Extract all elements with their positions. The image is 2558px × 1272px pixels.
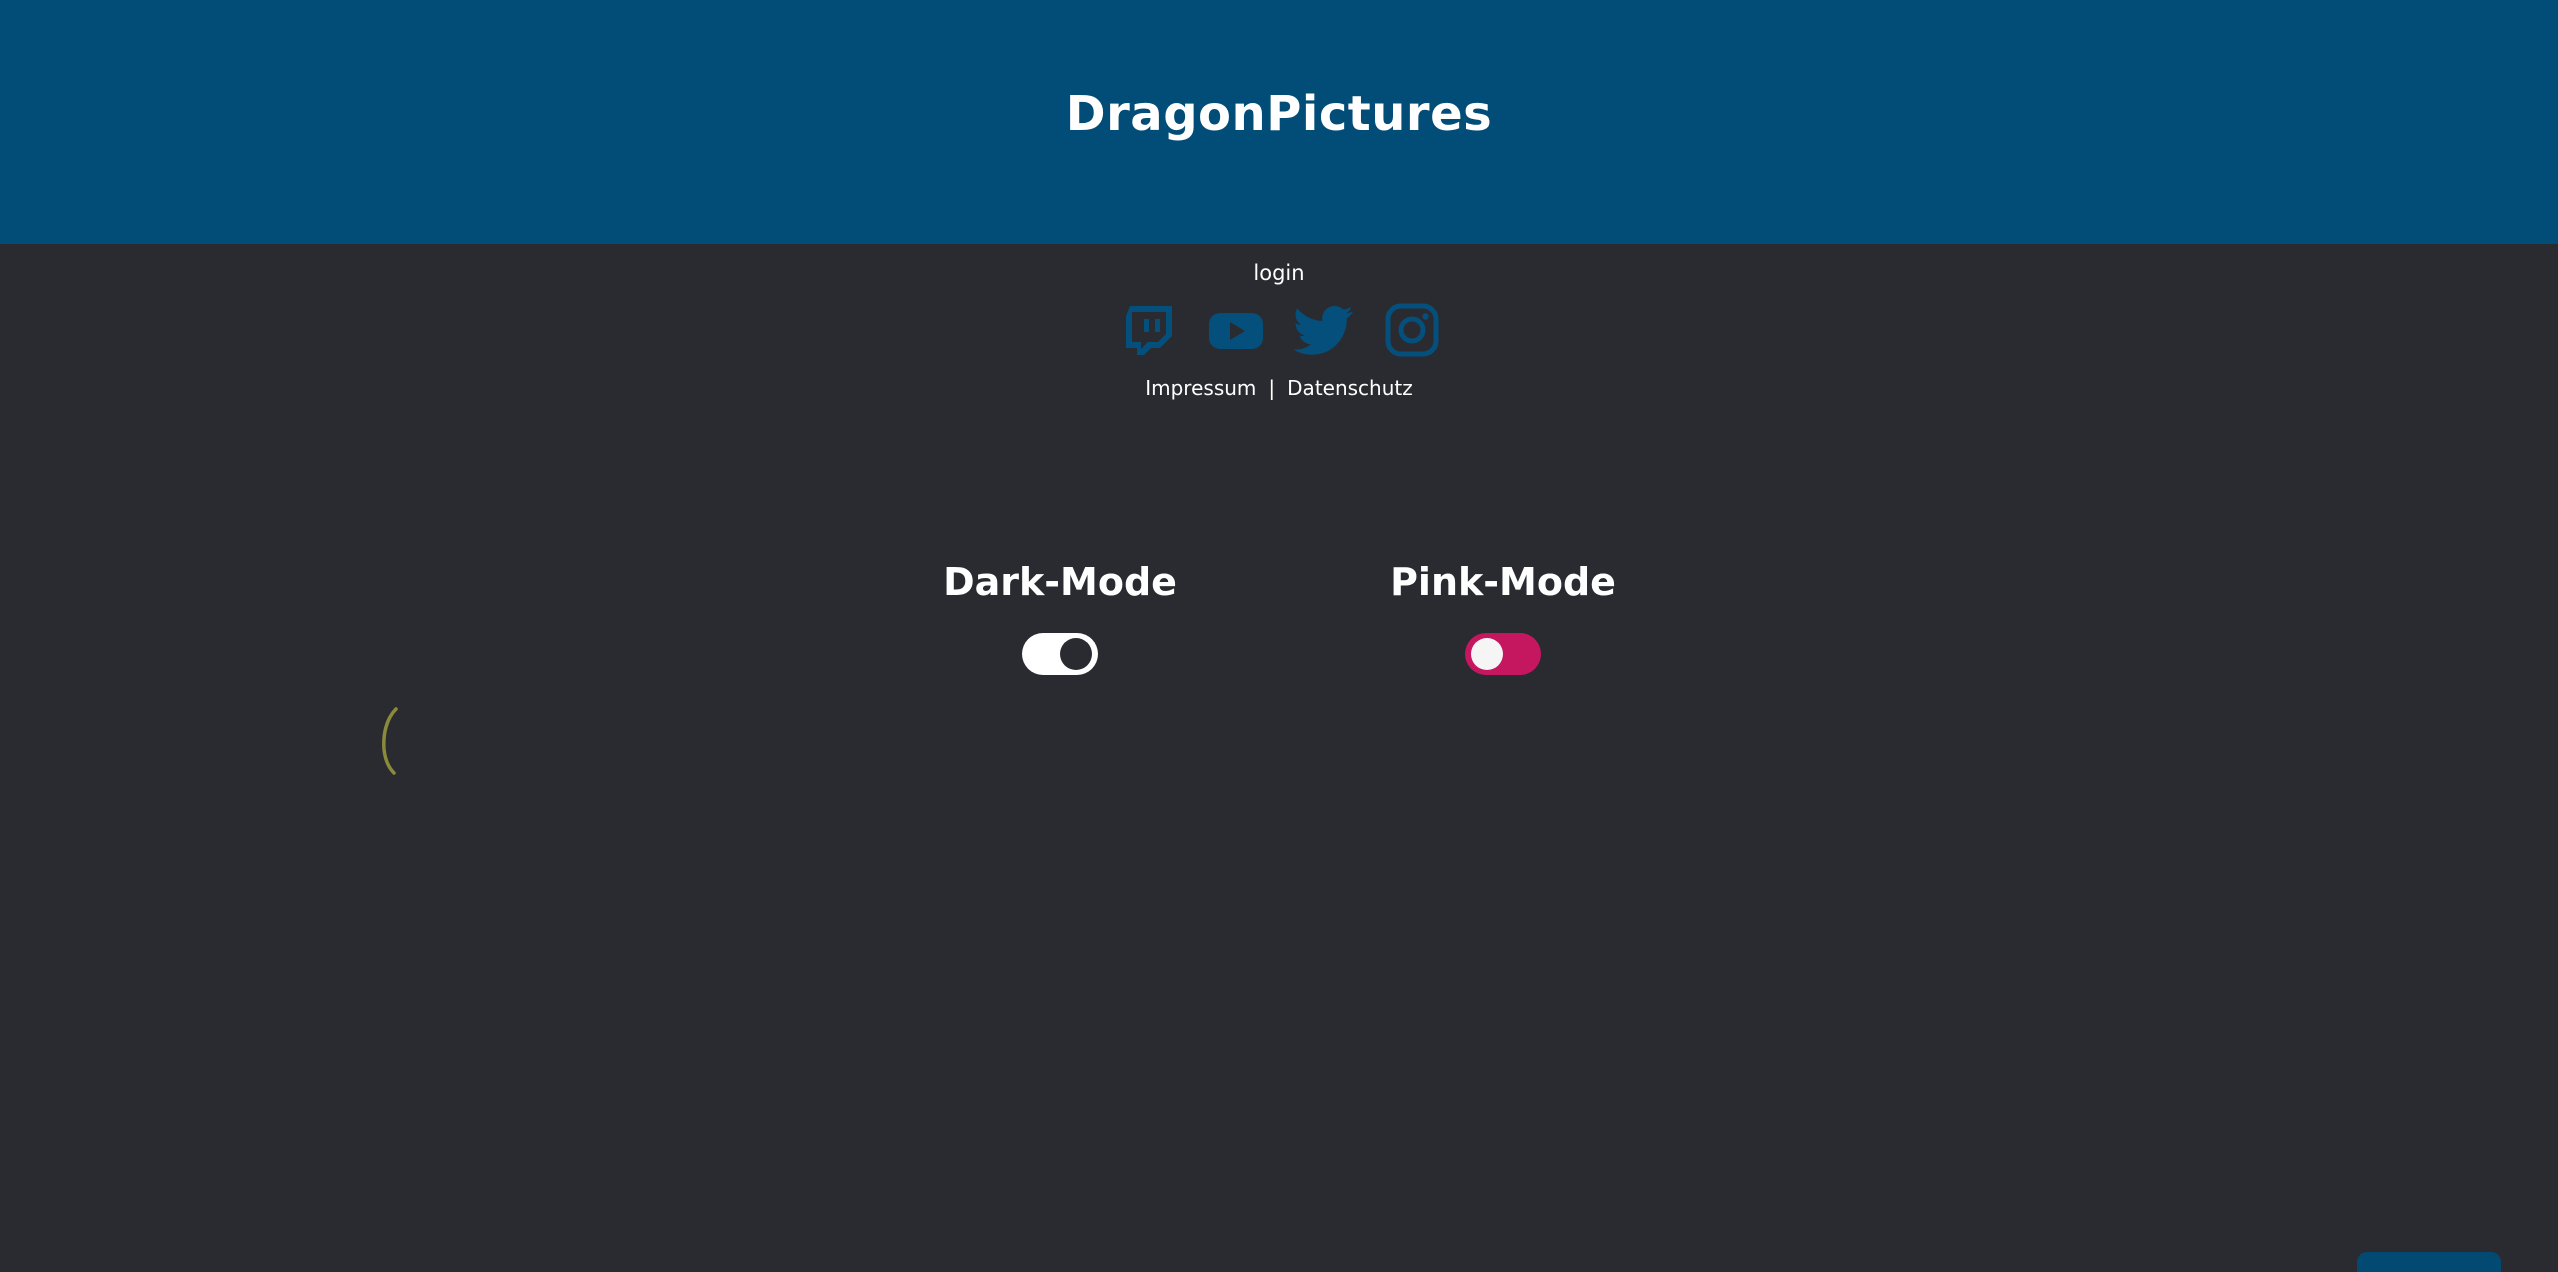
dark-mode-label: Dark-Mode (943, 560, 1177, 604)
loading-spinner-icon (382, 707, 398, 775)
pink-mode-label: Pink-Mode (1390, 560, 1616, 604)
youtube-link[interactable] (1206, 300, 1266, 360)
impressum-link[interactable]: Impressum (1145, 376, 1256, 400)
social-links (1118, 300, 1440, 360)
login-link[interactable]: login (1229, 258, 1329, 288)
instagram-link[interactable] (1382, 300, 1442, 360)
dark-mode-toggle[interactable] (1022, 633, 1098, 675)
datenschutz-link[interactable]: Datenschutz (1287, 376, 1413, 400)
twitch-link[interactable] (1118, 300, 1178, 360)
youtube-icon (1209, 313, 1263, 349)
site-header: DragonPictures (0, 0, 2558, 244)
legal-links: Impressum | Datenschutz (1129, 373, 1429, 403)
instagram-icon (1385, 303, 1439, 357)
site-title: DragonPictures (1065, 86, 1493, 142)
twitter-icon (1294, 306, 1353, 355)
corner-tab-button[interactable] (2357, 1252, 2501, 1272)
twitter-link[interactable] (1294, 300, 1354, 360)
pink-mode-toggle-knob (1471, 638, 1503, 670)
pink-mode-toggle[interactable] (1465, 633, 1541, 675)
legal-separator: | (1268, 376, 1276, 400)
twitch-icon (1126, 306, 1172, 355)
dark-mode-toggle-knob (1060, 638, 1092, 670)
